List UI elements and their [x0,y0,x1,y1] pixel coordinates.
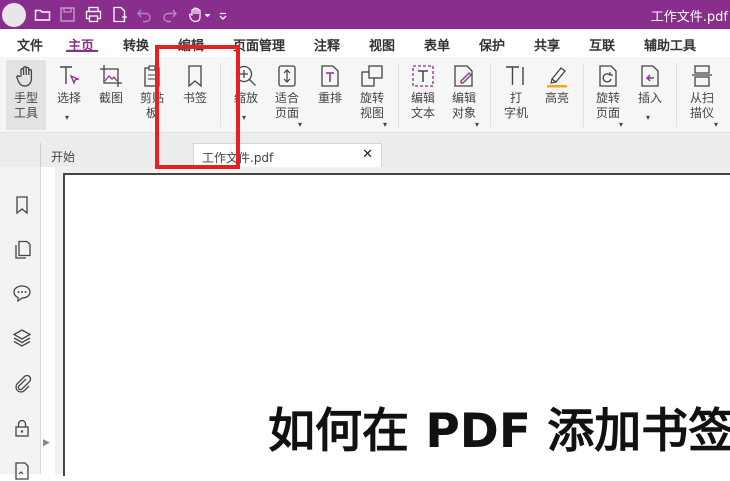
tab-document[interactable]: 工作文件.pdf ✕ [193,143,382,168]
edit-text-icon [411,64,435,88]
menu-accessibility[interactable]: 辅助工具 [644,35,696,54]
menu-page-management[interactable]: 页面管理 [233,35,285,54]
scanner-icon [690,64,714,88]
document-heading: 如何在 PDF 添加书签 [268,404,730,459]
insert-tool-label: 插入 [637,91,662,105]
ribbon-separator [676,63,677,127]
hand-icon [14,64,38,88]
edit-object-dropdown-caret[interactable]: ▾ [475,117,479,132]
hand-dropdown-icon[interactable] [188,6,214,23]
ribbon-separator [220,63,221,127]
fit-page-tool-button[interactable]: 适合 页面 ▾ [268,60,306,130]
select-tool-button[interactable]: 选择 ▾ [50,60,88,130]
rotate-view-dropdown-caret[interactable]: ▾ [383,117,387,132]
scan-dropdown-caret[interactable]: ▾ [714,117,718,132]
highlight-tool-button[interactable]: 高亮 [538,60,576,130]
security-panel-icon[interactable] [12,418,32,438]
edit-text-tool-button[interactable]: 编辑 文本 [404,60,442,130]
menu-view[interactable]: 视图 [369,35,395,54]
navigation-sidebar [0,167,41,480]
clipboard-tool-button[interactable]: 剪贴 板 ▾ [133,60,171,130]
attachments-panel-icon[interactable] [12,373,32,393]
rotate-view-icon [360,64,384,88]
typewriter-icon [504,64,528,88]
ribbon-separator [398,63,399,127]
menu-edit[interactable]: 编辑 [178,35,204,54]
new-file-icon[interactable] [111,6,128,23]
document-tab-strip: 开始 工作文件.pdf ✕ [0,133,730,168]
edit-object-icon [452,64,476,88]
layers-panel-icon[interactable] [12,328,32,348]
clipboard-tool-label: 剪贴 板 [139,91,164,120]
comments-panel-icon[interactable] [12,283,32,303]
insert-dropdown-caret[interactable]: ▾ [646,110,650,125]
tab-home[interactable]: 开始 [40,143,191,167]
ribbon-toolbar: 手型 工具 选择 ▾ 截图 剪贴 板 ▾ 书签 缩放 ▾ 适合 页面 ▾ 重排 … [0,57,730,133]
pages-panel-icon[interactable] [12,240,32,260]
open-folder-icon[interactable] [34,6,51,23]
menu-form[interactable]: 表单 [424,35,450,54]
menu-file[interactable]: 文件 [17,35,43,54]
window-title: 工作文件.pdf [650,10,728,25]
edit-object-tool-button[interactable]: 编辑 对象 ▾ [445,60,483,130]
customize-icon[interactable] [218,6,228,23]
fit-page-dropdown-caret[interactable]: ▾ [298,117,302,132]
zoom-icon [234,64,258,88]
zoom-tool-button[interactable]: 缩放 ▾ [227,60,265,130]
select-dropdown-caret[interactable]: ▾ [65,110,69,125]
rotate-view-tool-button[interactable]: 旋转 视图 ▾ [353,60,391,130]
print-icon[interactable] [85,6,102,23]
edit-text-tool-label: 编辑 文本 [410,91,435,120]
scan-tool-button[interactable]: 从扫 描仪 ▾ [682,60,722,130]
ribbon-separator [490,63,491,127]
menu-protect[interactable]: 保护 [479,35,505,54]
ribbon-separator [583,63,584,127]
highlight-tool-label: 高亮 [544,91,569,105]
close-tab-icon[interactable]: ✕ [362,147,373,162]
undo-icon[interactable] [136,6,153,23]
menu-convert[interactable]: 转换 [123,35,149,54]
save-icon[interactable] [59,6,76,23]
rotate-page-tool-button[interactable]: 旋转 页面 ▾ [589,60,627,130]
active-menu-indicator [66,50,98,52]
screenshot-icon [99,64,123,88]
rotate-page-dropdown-caret[interactable]: ▾ [619,117,623,132]
highlighter-icon [545,64,569,88]
select-text-icon [57,64,81,88]
insert-tool-button[interactable]: 插入 ▾ [631,60,669,130]
zoom-dropdown-caret[interactable]: ▾ [242,110,246,125]
app-logo[interactable] [2,3,26,27]
insert-page-icon [638,64,662,88]
menu-connect[interactable]: 互联 [589,35,615,54]
sidebar-collapse-arrow[interactable]: ▶ [43,438,50,448]
select-tool-label: 选择 [56,91,81,105]
bookmark-icon [183,64,207,88]
redo-icon[interactable] [161,6,178,23]
hand-tool-button[interactable]: 手型 工具 [6,60,46,130]
clipboard-icon [140,64,164,88]
bookmark-tool-label: 书签 [182,91,207,105]
typewriter-tool-button[interactable]: 打 字机 [497,60,535,130]
screenshot-tool-button[interactable]: 截图 [92,60,130,130]
screenshot-tool-label: 截图 [98,91,123,105]
fit-page-icon [275,64,299,88]
tab-document-label: 工作文件.pdf [202,151,274,165]
rotate-page-icon [596,64,620,88]
reflow-tool-button[interactable]: 重排 [311,60,349,130]
reflow-icon [318,64,342,88]
title-bar: 工作文件.pdf [0,0,730,29]
reflow-tool-label: 重排 [317,91,342,105]
bookmark-panel-icon[interactable] [12,195,32,215]
typewriter-tool-label: 打 字机 [503,91,528,120]
bookmark-tool-button[interactable]: 书签 [176,60,214,130]
signature-panel-icon[interactable] [12,461,32,481]
tab-home-label: 开始 [51,150,76,164]
menu-bar: 文件 主页 转换 编辑 页面管理 注释 视图 表单 保护 共享 互联 辅助工具 [0,29,730,57]
menu-share[interactable]: 共享 [534,35,560,54]
menu-comment[interactable]: 注释 [314,35,340,54]
clipboard-dropdown-caret[interactable]: ▾ [155,110,159,125]
zoom-tool-label: 缩放 [233,91,258,105]
hand-tool-label: 手型 工具 [13,91,38,120]
